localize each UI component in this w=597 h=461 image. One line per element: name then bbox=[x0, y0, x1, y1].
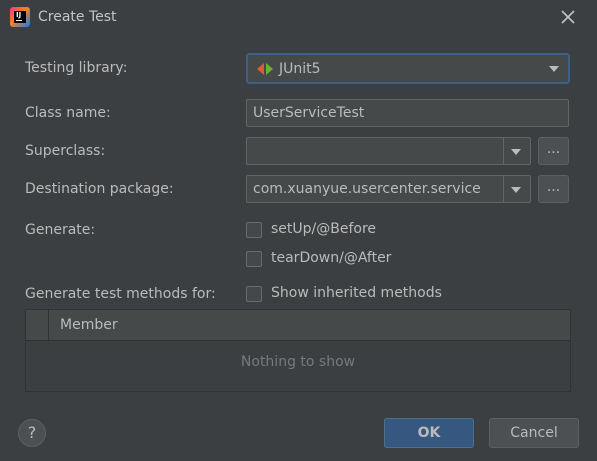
show-inherited-checkbox-row[interactable]: Show inherited methods bbox=[246, 284, 466, 304]
teardown-checkbox-label: tearDown/@After bbox=[271, 250, 392, 266]
testing-library-label: Testing library: bbox=[25, 60, 128, 76]
close-button[interactable] bbox=[557, 6, 579, 28]
member-column-header[interactable]: Member bbox=[60, 317, 118, 333]
title-bar: IJ Create Test bbox=[0, 0, 597, 38]
cancel-button[interactable]: Cancel bbox=[489, 418, 579, 448]
superclass-label: Superclass: bbox=[25, 143, 106, 159]
class-name-value: UserServiceTest bbox=[253, 105, 365, 121]
chevron-down-icon[interactable] bbox=[511, 149, 521, 155]
chevron-down-icon bbox=[549, 66, 559, 72]
class-name-label: Class name: bbox=[25, 105, 111, 121]
destination-package-browse-button[interactable]: ... bbox=[538, 175, 569, 203]
generate-label: Generate: bbox=[25, 222, 96, 238]
teardown-checkbox-row[interactable]: tearDown/@After bbox=[246, 249, 416, 269]
show-inherited-checkbox[interactable] bbox=[246, 286, 262, 302]
generate-methods-label: Generate test methods for: bbox=[25, 286, 216, 302]
testing-library-select[interactable]: JUnit5 bbox=[246, 53, 570, 84]
member-table[interactable]: Member Nothing to show bbox=[25, 309, 571, 392]
setup-checkbox[interactable] bbox=[246, 222, 262, 238]
testing-library-value: JUnit5 bbox=[279, 61, 321, 77]
teardown-checkbox[interactable] bbox=[246, 251, 262, 267]
class-name-field[interactable]: UserServiceTest bbox=[246, 99, 569, 127]
ok-button[interactable]: OK bbox=[384, 418, 474, 448]
help-button[interactable]: ? bbox=[18, 419, 46, 447]
setup-checkbox-row[interactable]: setUp/@Before bbox=[246, 220, 406, 240]
intellij-idea-icon: IJ bbox=[10, 7, 30, 27]
create-test-dialog: IJ Create Test Testing library: JUnit5 C… bbox=[0, 0, 597, 461]
show-inherited-checkbox-label: Show inherited methods bbox=[271, 285, 442, 301]
superclass-combo[interactable] bbox=[246, 137, 531, 165]
member-table-header: Member bbox=[26, 310, 570, 341]
empty-table-message: Nothing to show bbox=[240, 354, 356, 370]
destination-package-label: Destination package: bbox=[25, 181, 174, 197]
setup-checkbox-label: setUp/@Before bbox=[271, 221, 377, 237]
destination-package-value: com.xuanyue.usercenter.service bbox=[253, 181, 481, 197]
select-all-column[interactable] bbox=[26, 310, 49, 340]
junit5-icon bbox=[257, 63, 273, 75]
superclass-browse-button[interactable]: ... bbox=[538, 137, 569, 165]
chevron-down-icon[interactable] bbox=[511, 187, 521, 193]
dialog-title: Create Test bbox=[38, 9, 117, 25]
help-icon: ? bbox=[27, 423, 37, 442]
destination-package-combo[interactable]: com.xuanyue.usercenter.service bbox=[246, 175, 531, 203]
close-icon bbox=[561, 10, 575, 24]
